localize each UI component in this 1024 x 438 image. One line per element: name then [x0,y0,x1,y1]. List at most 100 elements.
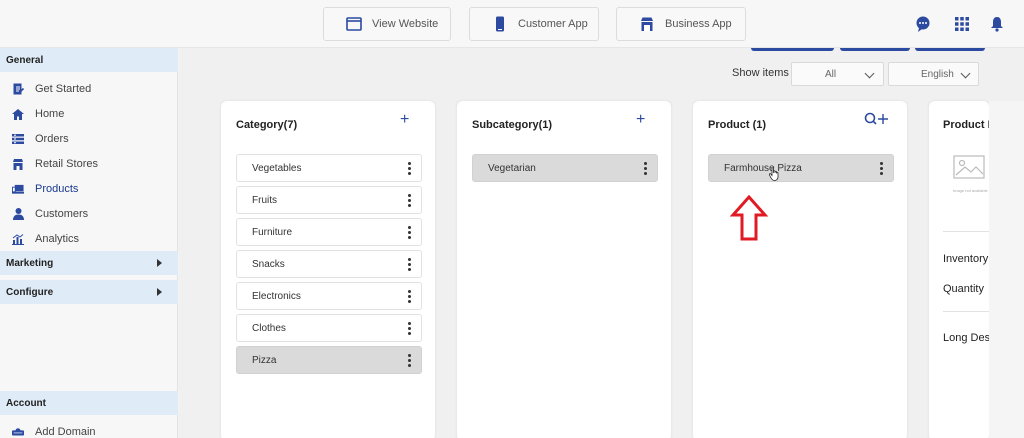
list-item-label: Snacks [252,258,285,270]
more-options-icon[interactable] [408,226,411,239]
more-options-icon[interactable] [880,162,883,175]
notification-bell-icon[interactable] [989,14,1005,34]
apps-grid-icon[interactable] [953,14,971,34]
sidebar-item-label: Home [35,108,65,120]
product-detail-title: Product I [943,119,991,131]
list-item[interactable]: Snacks [236,250,422,278]
product-panel: Product (1) Farmhouse Pizza [693,101,907,438]
chevron-right-icon [157,259,162,267]
sidebar-item-customers[interactable]: Customers [0,203,178,225]
section-marketing[interactable]: Marketing [0,251,178,275]
product-panel-title: Product (1) [708,119,767,131]
sidebar-item-label: Analytics [35,233,80,245]
sidebar-item-label: Retail Stores [35,158,98,170]
list-item[interactable]: Vegetarian [472,154,658,182]
sidebar-item-products[interactable]: Products [0,178,178,200]
list-item[interactable]: Clothes [236,314,422,342]
sidebar-item-home[interactable]: Home [0,103,178,125]
user-icon [12,208,24,220]
image-placeholder-caption: Image not available [953,188,988,193]
store-icon [12,158,24,170]
quantity-label: Quantity [943,283,984,295]
home-icon [12,108,24,120]
show-items-select[interactable]: All [791,62,884,86]
document-edit-icon [12,83,24,95]
business-app-label: Business App [665,18,732,30]
list-item-label: Vegetarian [488,162,536,174]
image-placeholder-icon [953,155,991,183]
more-options-icon[interactable] [408,162,411,175]
list-item[interactable]: Vegetables [236,154,422,182]
sidebar-item-label: Get Started [35,83,92,95]
subcategory-panel-title: Subcategory(1) [472,119,553,131]
sidebar-item-label: Products [35,183,79,195]
sidebar-item-label: Orders [35,133,69,145]
show-items-value: All [825,68,837,80]
section-marketing-label: Marketing [6,257,54,269]
sidebar-item-label: Customers [35,208,89,220]
chevron-down-icon [960,68,971,79]
section-account[interactable]: Account [0,391,178,415]
list-item-label: Clothes [252,322,286,334]
list-item[interactable]: Electronics [236,282,422,310]
list-item[interactable]: Fruits [236,186,422,214]
sidebar-item-retail-stores[interactable]: Retail Stores [0,153,178,175]
support-chat-icon[interactable] [913,14,933,34]
category-panel: Category(7) + Vegetables Fruits Furniture S… [221,101,435,438]
orders-list-icon [12,133,24,145]
view-website-button[interactable]: View Website [323,7,451,41]
more-options-icon[interactable] [408,322,411,335]
list-item-label: Electronics [252,290,301,302]
main-content: Show items All English Category(7) + Veg… [179,48,1024,438]
category-panel-title: Category(7) [236,119,298,131]
sidebar-item-label: Add Domain [35,426,96,438]
section-general-label: General [6,54,44,66]
action-button[interactable] [751,48,834,51]
list-item-label: Pizza [252,354,277,366]
more-options-icon[interactable] [408,354,411,367]
show-items-label: Show items [732,67,789,79]
list-item-label: Vegetables [252,162,302,174]
products-laptop-icon [12,183,24,195]
search-add-product-icon[interactable] [864,112,888,126]
view-website-label: View Website [372,18,439,30]
section-general[interactable]: General [0,48,178,72]
more-options-icon[interactable] [408,194,411,207]
add-category-plus-icon[interactable]: + [400,111,409,129]
list-item[interactable]: Furniture [236,218,422,246]
browser-window-icon [346,16,362,32]
sidebar-item-analytics[interactable]: Analytics [0,228,178,250]
section-configure-label: Configure [6,286,54,298]
language-select[interactable]: English [888,62,979,86]
sidebar-item-get-started[interactable]: Get Started [0,78,178,100]
section-account-label: Account [6,397,46,409]
domain-icon [12,426,24,438]
more-options-icon[interactable] [644,162,647,175]
action-button[interactable] [915,48,985,51]
sidebar-item-orders[interactable]: Orders [0,128,178,150]
sidebar: General Get Started Home Orders Retail S… [0,48,178,438]
inventory-label: Inventory [943,253,989,265]
business-app-button[interactable]: Business App [616,7,746,41]
section-configure[interactable]: Configure [0,280,178,304]
chevron-down-icon [864,68,875,79]
hand-cursor-icon [768,167,781,181]
product-detail-panel: Product I Image not available Inventory … [929,101,1003,438]
add-subcategory-plus-icon[interactable]: + [636,111,645,129]
bar-chart-icon [12,233,24,245]
list-item[interactable]: Farmhouse Pizza [708,154,894,182]
annotation-up-arrow-icon [729,194,769,241]
language-value: English [921,68,954,80]
storefront-icon [639,16,655,32]
customer-app-button[interactable]: Customer App [469,7,599,41]
more-options-icon[interactable] [408,290,411,303]
subcategory-panel: Subcategory(1) + Vegetarian [457,101,671,438]
sidebar-item-add-domain[interactable]: Add Domain [0,421,178,438]
more-options-icon[interactable] [408,258,411,271]
action-button[interactable] [840,48,910,51]
customer-app-label: Customer App [518,18,588,30]
list-item-label: Furniture [252,226,293,238]
list-item[interactable]: Pizza [236,346,422,374]
panel-scroll-edge [989,101,1024,438]
list-item-label: Farmhouse Pizza [724,162,802,174]
